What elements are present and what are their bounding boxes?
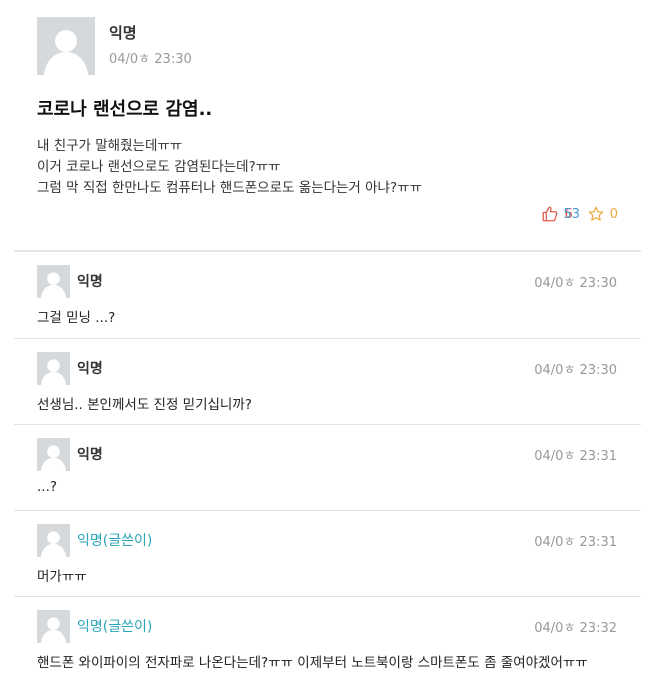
comment-text: 핸드폰 와이파이의 전자파로 나온다는데?ㅠㅠ 이제부터 노트북이랑 스마트폰도… bbox=[37, 655, 588, 671]
post-title: 코로나 랜선으로 감염.. bbox=[37, 99, 213, 120]
default-user-icon bbox=[37, 17, 95, 75]
comment-author: 익명(글쓴이) bbox=[77, 533, 153, 549]
comment-author: 익명 bbox=[77, 274, 103, 290]
avatar bbox=[37, 610, 70, 643]
avatar bbox=[37, 352, 70, 385]
comment-timestamp: 04/0ㅎ 23:30 bbox=[534, 363, 617, 378]
default-user-icon bbox=[37, 610, 70, 643]
post-body-line: 이거 코로나 랜선으로도 감염된다는데?ㅠㅠ bbox=[37, 159, 281, 175]
star-icon bbox=[588, 206, 604, 221]
comment-timestamp: 04/0ㅎ 23:30 bbox=[534, 276, 617, 291]
post-author: 익명 bbox=[109, 24, 137, 42]
comment-author: 익명 bbox=[77, 361, 103, 377]
comment-button[interactable]: 53 bbox=[555, 205, 580, 223]
comment-count: 53 bbox=[563, 206, 580, 222]
default-user-icon bbox=[37, 265, 70, 298]
divider bbox=[14, 424, 641, 425]
avatar bbox=[37, 524, 70, 557]
post-body: 내 친구가 말해줬는데ㅠㅠ 이거 코로나 랜선으로도 감염된다는데?ㅠㅠ 그럼 … bbox=[37, 136, 422, 199]
comment-author: 익명(글쓴이) bbox=[77, 619, 153, 635]
default-user-icon bbox=[37, 524, 70, 557]
post-body-line: 내 친구가 말해줬는데ㅠㅠ bbox=[37, 138, 183, 154]
avatar bbox=[37, 265, 70, 298]
comment-text: ...? bbox=[37, 479, 58, 495]
default-user-icon bbox=[37, 438, 70, 471]
post-stats: 6 53 0 bbox=[527, 205, 618, 223]
avatar bbox=[37, 17, 95, 75]
comment-timestamp: 04/0ㅎ 23:31 bbox=[534, 535, 617, 550]
star-count: 0 bbox=[609, 206, 618, 222]
divider bbox=[14, 510, 641, 511]
post-body-line: 그럼 막 직접 한만나도 컴퓨터나 핸드폰으로도 옮는다는거 아냐?ㅠㅠ bbox=[37, 180, 422, 196]
comment-text: 머가ㅠㅠ bbox=[37, 569, 87, 585]
scrap-button[interactable]: 0 bbox=[587, 205, 618, 223]
speech-bubble-icon bbox=[555, 212, 559, 216]
default-user-icon bbox=[37, 352, 70, 385]
comment-author: 익명 bbox=[77, 447, 103, 463]
divider bbox=[14, 338, 641, 339]
comment-timestamp: 04/0ㅎ 23:32 bbox=[534, 621, 617, 636]
divider bbox=[14, 596, 641, 597]
avatar bbox=[37, 438, 70, 471]
divider bbox=[14, 250, 641, 252]
comment-text: 선생님.. 본인께서도 진정 믿기십니까? bbox=[37, 397, 252, 413]
comment-timestamp: 04/0ㅎ 23:31 bbox=[534, 449, 617, 464]
comment-text: 그걸 믿닝 ...? bbox=[37, 310, 116, 326]
post-timestamp: 04/0ㅎ 23:30 bbox=[109, 52, 192, 67]
